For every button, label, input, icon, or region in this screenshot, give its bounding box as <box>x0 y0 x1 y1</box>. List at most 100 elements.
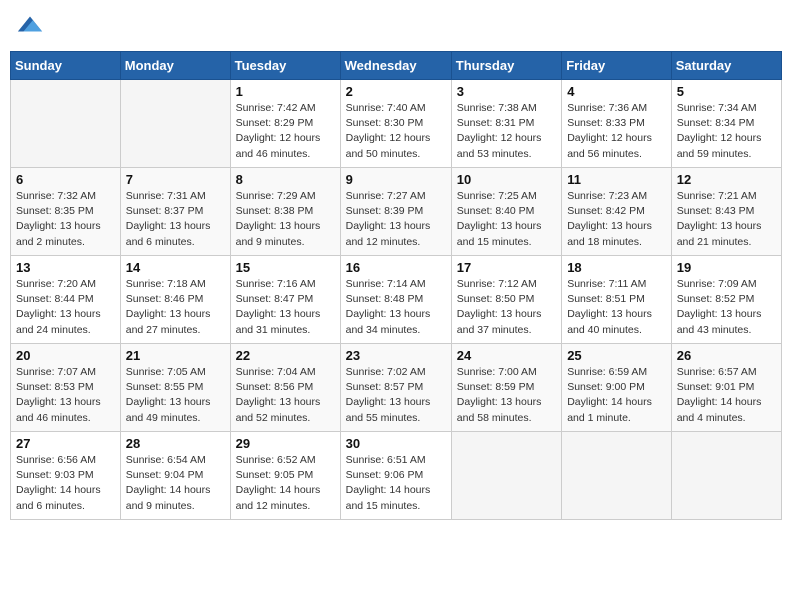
calendar-cell: 26 Sunrise: 6:57 AM Sunset: 9:01 PM Dayli… <box>671 344 781 432</box>
day-number: 1 <box>236 84 335 99</box>
weekday-header: Wednesday <box>340 52 451 80</box>
calendar-week-row: 6Sunrise: 7:32 AM Sunset: 8:35 PM Daylig… <box>11 168 782 256</box>
logo <box>14 10 44 43</box>
day-info: Sunrise: 7:36 AM Sunset: 8:33 PM Dayligh… <box>567 101 666 162</box>
calendar-cell: 3 Sunrise: 7:38 AM Sunset: 8:31 PM Daylig… <box>451 80 561 168</box>
day-number: 2 <box>346 84 446 99</box>
day-number: 13 <box>16 260 115 275</box>
calendar-cell: 15 Sunrise: 7:16 AM Sunset: 8:47 PM Dayli… <box>230 256 340 344</box>
day-number: 17 <box>457 260 556 275</box>
calendar-cell: 2 Sunrise: 7:40 AM Sunset: 8:30 PM Daylig… <box>340 80 451 168</box>
day-number: 14 <box>126 260 225 275</box>
calendar-cell: 27 Sunrise: 6:56 AM Sunset: 9:03 PM Dayli… <box>11 432 121 520</box>
day-info: Sunrise: 7:00 AM Sunset: 8:59 PM Dayligh… <box>457 365 556 426</box>
day-info: Sunrise: 7:05 AM Sunset: 8:55 PM Dayligh… <box>126 365 225 426</box>
weekday-header: Monday <box>120 52 230 80</box>
day-number: 9 <box>346 172 446 187</box>
calendar-cell: 1 Sunrise: 7:42 AM Sunset: 8:29 PM Daylig… <box>230 80 340 168</box>
weekday-header-row: SundayMondayTuesdayWednesdayThursdayFrid… <box>11 52 782 80</box>
day-info: Sunrise: 7:11 AM Sunset: 8:51 PM Dayligh… <box>567 277 666 338</box>
day-number: 21 <box>126 348 225 363</box>
calendar-cell: 19 Sunrise: 7:09 AM Sunset: 8:52 PM Dayli… <box>671 256 781 344</box>
day-info: Sunrise: 7:09 AM Sunset: 8:52 PM Dayligh… <box>677 277 776 338</box>
day-info: Sunrise: 6:59 AM Sunset: 9:00 PM Dayligh… <box>567 365 666 426</box>
calendar-cell: 30Sunrise: 6:51 AM Sunset: 9:06 PM Dayli… <box>340 432 451 520</box>
calendar-cell <box>671 432 781 520</box>
day-info: Sunrise: 7:29 AM Sunset: 8:38 PM Dayligh… <box>236 189 335 250</box>
calendar-cell: 9 Sunrise: 7:27 AM Sunset: 8:39 PM Daylig… <box>340 168 451 256</box>
calendar-cell: 20Sunrise: 7:07 AM Sunset: 8:53 PM Dayli… <box>11 344 121 432</box>
day-info: Sunrise: 7:42 AM Sunset: 8:29 PM Dayligh… <box>236 101 335 162</box>
weekday-header: Thursday <box>451 52 561 80</box>
calendar-cell <box>562 432 672 520</box>
calendar-cell: 24 Sunrise: 7:00 AM Sunset: 8:59 PM Dayli… <box>451 344 561 432</box>
calendar-cell: 29 Sunrise: 6:52 AM Sunset: 9:05 PM Dayli… <box>230 432 340 520</box>
day-info: Sunrise: 7:32 AM Sunset: 8:35 PM Dayligh… <box>16 189 115 250</box>
day-number: 25 <box>567 348 666 363</box>
day-number: 11 <box>567 172 666 187</box>
day-number: 26 <box>677 348 776 363</box>
day-info: Sunrise: 7:14 AM Sunset: 8:48 PM Dayligh… <box>346 277 446 338</box>
day-number: 20 <box>16 348 115 363</box>
calendar-cell: 8 Sunrise: 7:29 AM Sunset: 8:38 PM Daylig… <box>230 168 340 256</box>
calendar-cell: 5 Sunrise: 7:34 AM Sunset: 8:34 PM Daylig… <box>671 80 781 168</box>
day-number: 5 <box>677 84 776 99</box>
day-number: 3 <box>457 84 556 99</box>
calendar-cell: 28 Sunrise: 6:54 AM Sunset: 9:04 PM Dayli… <box>120 432 230 520</box>
day-number: 27 <box>16 436 115 451</box>
day-info: Sunrise: 7:18 AM Sunset: 8:46 PM Dayligh… <box>126 277 225 338</box>
calendar-week-row: 1 Sunrise: 7:42 AM Sunset: 8:29 PM Daylig… <box>11 80 782 168</box>
day-info: Sunrise: 7:02 AM Sunset: 8:57 PM Dayligh… <box>346 365 446 426</box>
day-number: 12 <box>677 172 776 187</box>
calendar-cell: 7 Sunrise: 7:31 AM Sunset: 8:37 PM Daylig… <box>120 168 230 256</box>
day-info: Sunrise: 6:56 AM Sunset: 9:03 PM Dayligh… <box>16 453 115 514</box>
day-number: 7 <box>126 172 225 187</box>
day-info: Sunrise: 6:54 AM Sunset: 9:04 PM Dayligh… <box>126 453 225 514</box>
calendar-cell: 22Sunrise: 7:04 AM Sunset: 8:56 PM Dayli… <box>230 344 340 432</box>
day-number: 23 <box>346 348 446 363</box>
calendar-cell <box>451 432 561 520</box>
calendar-week-row: 27 Sunrise: 6:56 AM Sunset: 9:03 PM Dayli… <box>11 432 782 520</box>
day-number: 15 <box>236 260 335 275</box>
day-number: 10 <box>457 172 556 187</box>
calendar-cell: 17 Sunrise: 7:12 AM Sunset: 8:50 PM Dayli… <box>451 256 561 344</box>
calendar-cell: 16 Sunrise: 7:14 AM Sunset: 8:48 PM Dayli… <box>340 256 451 344</box>
calendar-cell: 23 Sunrise: 7:02 AM Sunset: 8:57 PM Dayli… <box>340 344 451 432</box>
day-info: Sunrise: 7:31 AM Sunset: 8:37 PM Dayligh… <box>126 189 225 250</box>
day-number: 24 <box>457 348 556 363</box>
day-number: 8 <box>236 172 335 187</box>
day-info: Sunrise: 7:04 AM Sunset: 8:56 PM Dayligh… <box>236 365 335 426</box>
page-header <box>10 10 782 43</box>
day-info: Sunrise: 6:52 AM Sunset: 9:05 PM Dayligh… <box>236 453 335 514</box>
calendar-cell: 21 Sunrise: 7:05 AM Sunset: 8:55 PM Dayli… <box>120 344 230 432</box>
calendar-cell: 18 Sunrise: 7:11 AM Sunset: 8:51 PM Dayli… <box>562 256 672 344</box>
day-number: 16 <box>346 260 446 275</box>
weekday-header: Friday <box>562 52 672 80</box>
day-info: Sunrise: 7:16 AM Sunset: 8:47 PM Dayligh… <box>236 277 335 338</box>
day-info: Sunrise: 7:20 AM Sunset: 8:44 PM Dayligh… <box>16 277 115 338</box>
day-number: 19 <box>677 260 776 275</box>
calendar-cell: 10Sunrise: 7:25 AM Sunset: 8:40 PM Dayli… <box>451 168 561 256</box>
day-number: 4 <box>567 84 666 99</box>
weekday-header: Sunday <box>11 52 121 80</box>
weekday-header: Tuesday <box>230 52 340 80</box>
day-number: 29 <box>236 436 335 451</box>
weekday-header: Saturday <box>671 52 781 80</box>
day-info: Sunrise: 7:38 AM Sunset: 8:31 PM Dayligh… <box>457 101 556 162</box>
day-number: 28 <box>126 436 225 451</box>
day-info: Sunrise: 6:57 AM Sunset: 9:01 PM Dayligh… <box>677 365 776 426</box>
logo-icon <box>16 10 44 38</box>
calendar-cell: 14 Sunrise: 7:18 AM Sunset: 8:46 PM Dayli… <box>120 256 230 344</box>
calendar-cell: 25 Sunrise: 6:59 AM Sunset: 9:00 PM Dayli… <box>562 344 672 432</box>
calendar-cell: 6Sunrise: 7:32 AM Sunset: 8:35 PM Daylig… <box>11 168 121 256</box>
calendar-cell: 11 Sunrise: 7:23 AM Sunset: 8:42 PM Dayli… <box>562 168 672 256</box>
calendar-week-row: 20Sunrise: 7:07 AM Sunset: 8:53 PM Dayli… <box>11 344 782 432</box>
day-info: Sunrise: 7:34 AM Sunset: 8:34 PM Dayligh… <box>677 101 776 162</box>
calendar-cell: 12Sunrise: 7:21 AM Sunset: 8:43 PM Dayli… <box>671 168 781 256</box>
day-info: Sunrise: 7:27 AM Sunset: 8:39 PM Dayligh… <box>346 189 446 250</box>
day-info: Sunrise: 7:12 AM Sunset: 8:50 PM Dayligh… <box>457 277 556 338</box>
day-info: Sunrise: 7:40 AM Sunset: 8:30 PM Dayligh… <box>346 101 446 162</box>
day-info: Sunrise: 7:23 AM Sunset: 8:42 PM Dayligh… <box>567 189 666 250</box>
day-number: 18 <box>567 260 666 275</box>
calendar-cell: 13 Sunrise: 7:20 AM Sunset: 8:44 PM Dayli… <box>11 256 121 344</box>
